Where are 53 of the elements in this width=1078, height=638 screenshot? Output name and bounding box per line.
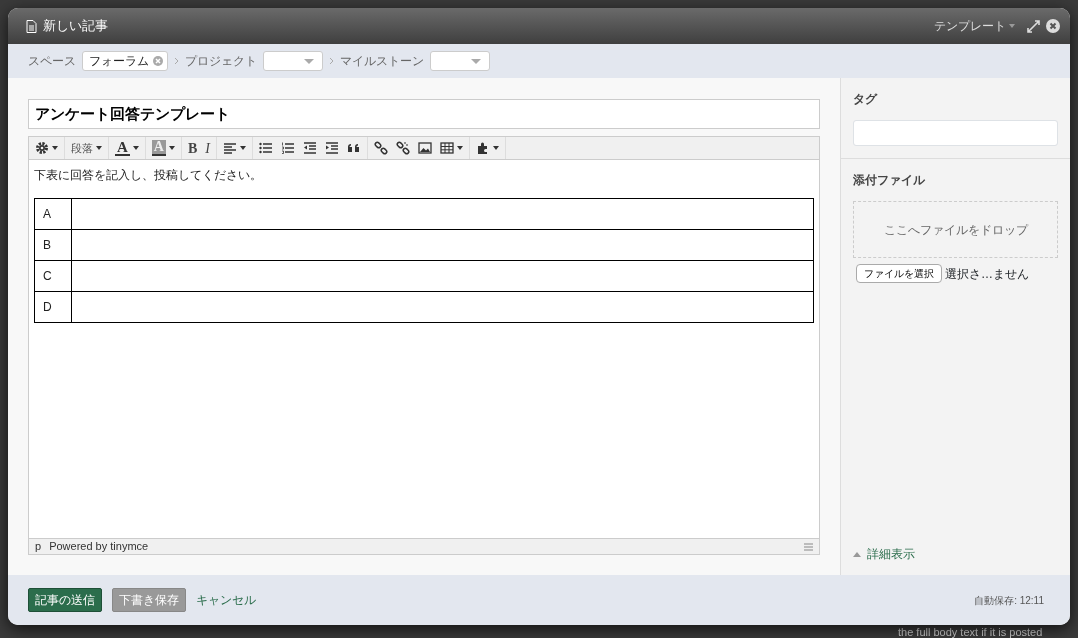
drop-zone[interactable]: ここへファイルをドロップ (853, 201, 1058, 258)
chevron-icon (174, 57, 179, 65)
powered-by-text: Powered by tinymce (49, 539, 149, 555)
format-button[interactable]: 段落 (67, 137, 106, 159)
body-text: 下表に回答を記入し、投稿してください。 (34, 167, 263, 184)
tags-label: タグ (853, 91, 879, 108)
autosave-text: 自動保存: 12:11 (974, 593, 1044, 608)
submit-button[interactable]: 記事の送信 (28, 588, 102, 612)
file-status: 選択さ…ません (945, 265, 1029, 283)
table-cell: D (34, 291, 72, 323)
field-label: プロジェクト (185, 53, 257, 70)
italic-button[interactable]: I (201, 137, 214, 159)
details-link[interactable]: 詳細表示 (867, 545, 915, 563)
table-icon (440, 141, 454, 155)
table-cell: B (34, 229, 72, 261)
space-select[interactable]: フォーラム (82, 51, 168, 71)
triangle-up-icon (853, 551, 861, 557)
element-path: p (35, 539, 42, 555)
title-field[interactable]: アンケート回答テンプレート (28, 99, 820, 129)
bold-button[interactable]: B (183, 137, 202, 159)
table-cell[interactable] (71, 291, 814, 323)
broken-link-icon (396, 141, 410, 155)
field-label: マイルストーン (340, 53, 424, 70)
resize-handle-icon[interactable] (804, 542, 813, 551)
document-icon (26, 19, 37, 33)
drop-zone-text: ここへファイルをドロップ (883, 221, 1028, 239)
outdent-icon (303, 141, 317, 155)
window-title: 新しい記事 (43, 17, 108, 36)
choose-file-button[interactable]: ファイルを選択 (856, 264, 942, 283)
bulleted-list-icon (259, 141, 273, 155)
attachments-label: 添付ファイル (853, 172, 926, 189)
link-icon (374, 141, 388, 155)
align-left-icon (223, 141, 237, 155)
expand-icon[interactable] (1027, 19, 1040, 33)
table-cell: C (34, 260, 72, 292)
table-cell: A (34, 198, 72, 230)
table-cell[interactable] (71, 198, 814, 230)
gear-icon (35, 141, 49, 155)
field-label: スペース (28, 53, 76, 70)
chevron-icon (329, 57, 334, 65)
template-menu[interactable]: テンプレート (934, 17, 1015, 35)
table-cell[interactable] (71, 260, 814, 292)
background-text: the full body text if it is posted (898, 626, 1043, 638)
indent-icon (325, 141, 339, 155)
tags-field[interactable] (853, 120, 1058, 146)
cancel-link[interactable]: キャンセル (196, 591, 256, 609)
numbered-list-icon (281, 141, 295, 155)
forecolor-button[interactable]: A (111, 137, 143, 159)
quote-icon (347, 141, 361, 155)
close-icon[interactable] (1046, 19, 1060, 33)
puzzle-icon (476, 141, 490, 155)
image-icon (418, 141, 432, 155)
table-cell[interactable] (71, 229, 814, 261)
